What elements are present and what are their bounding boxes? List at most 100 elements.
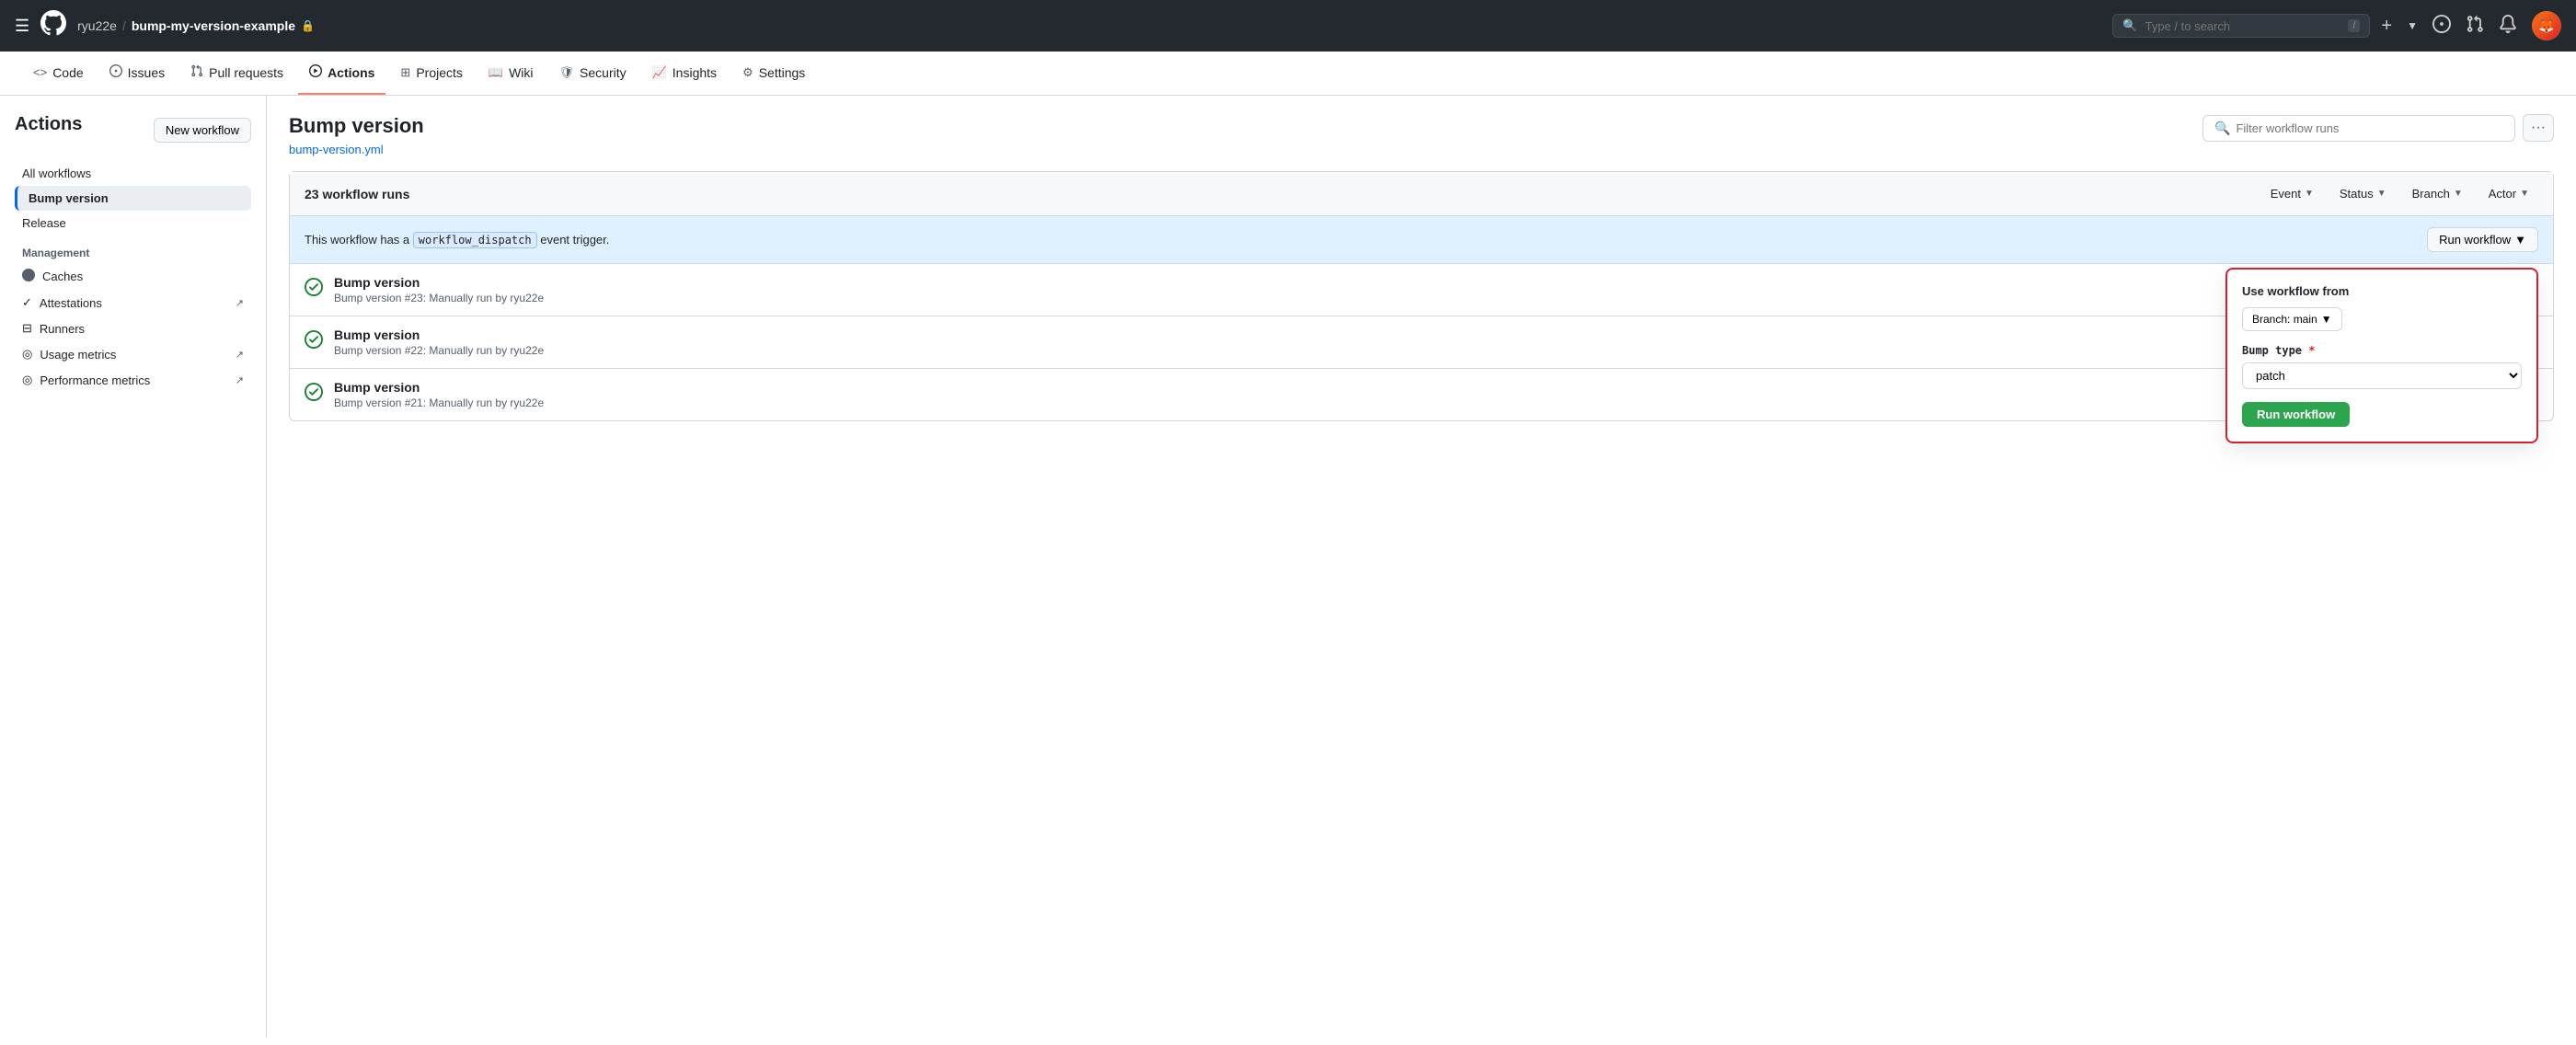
- nav-item-settings[interactable]: ⚙ Settings: [731, 52, 816, 95]
- more-options-button[interactable]: ···: [2523, 114, 2554, 142]
- run-subtitle-22: Bump version #22: Manually run by ryu22e: [334, 344, 2487, 357]
- sidebar-item-caches[interactable]: Caches: [15, 263, 251, 290]
- projects-icon: ⊞: [400, 65, 410, 80]
- topnav-icons: + ▼ 🦊: [2381, 11, 2561, 40]
- keyboard-shortcut-badge: /: [2348, 19, 2360, 32]
- sidebar-item-runners[interactable]: ⊟ Runners: [15, 316, 251, 341]
- dispatch-banner: This workflow has a workflow_dispatch ev…: [290, 216, 2553, 264]
- sidebar-item-performance-metrics[interactable]: ◎ Performance metrics ↗: [15, 367, 251, 393]
- bump-type-label: Bump type *: [2242, 344, 2522, 357]
- title-area: Bump version bump-version.yml: [289, 114, 424, 156]
- sidebar-header: Actions New workflow: [15, 114, 251, 146]
- sidebar-item-all-workflows[interactable]: All workflows: [15, 161, 251, 186]
- nav-item-issues[interactable]: Issues: [98, 52, 176, 95]
- run-title-22[interactable]: Bump version: [334, 327, 2487, 342]
- sidebar-title: Actions: [15, 114, 82, 135]
- repo-breadcrumb: ryu22e / bump-my-version-example 🔒: [77, 18, 315, 33]
- notifications-icon[interactable]: [2499, 15, 2517, 38]
- run-status-icon-23: [305, 278, 323, 302]
- actor-filter-label: Actor: [2489, 187, 2516, 201]
- required-indicator: *: [2308, 344, 2315, 357]
- run-info-23: Bump version Bump version #23: Manually …: [334, 275, 2487, 304]
- user-avatar[interactable]: 🦊: [2532, 11, 2561, 40]
- run-workflow-label: Run workflow: [2439, 233, 2511, 247]
- sidebar-item-attestations[interactable]: ✓ Attestations ↗: [15, 290, 251, 316]
- attestations-label: Attestations: [40, 296, 102, 310]
- run-title-23[interactable]: Bump version: [334, 275, 2487, 290]
- run-status-icon-22: [305, 330, 323, 354]
- nav-label-wiki: Wiki: [509, 65, 533, 80]
- nav-item-actions[interactable]: Actions: [298, 52, 385, 95]
- actions-icon: [309, 64, 322, 80]
- sidebar-item-usage-metrics[interactable]: ◎ Usage metrics ↗: [15, 341, 251, 367]
- nav-item-code[interactable]: <> Code: [22, 52, 95, 95]
- menu-toggle-icon[interactable]: ☰: [15, 17, 29, 36]
- run-row-22[interactable]: Bump version Bump version #22: Manually …: [290, 316, 2553, 369]
- filter-input-field[interactable]: [2236, 121, 2503, 135]
- branch-select-button[interactable]: Branch: main ▼: [2242, 307, 2342, 331]
- actor-filter-button[interactable]: Actor ▼: [2479, 183, 2538, 204]
- content-header: Bump version bump-version.yml 🔍 ···: [289, 114, 2554, 156]
- nav-label-pull-requests: Pull requests: [209, 65, 283, 80]
- workflow-file-link[interactable]: bump-version.yml: [289, 143, 384, 156]
- top-navigation: ☰ ryu22e / bump-my-version-example 🔒 🔍 /…: [0, 0, 2576, 52]
- global-search-box[interactable]: 🔍 /: [2112, 14, 2370, 38]
- usage-metrics-icon: ◎: [22, 347, 32, 362]
- filter-workflow-runs-input[interactable]: 🔍: [2202, 115, 2515, 142]
- nav-item-pull-requests[interactable]: Pull requests: [179, 52, 294, 95]
- status-filter-caret-icon: ▼: [2377, 189, 2386, 199]
- github-logo-icon[interactable]: [40, 10, 66, 41]
- workflow-title: Bump version: [289, 114, 424, 138]
- run-row-21[interactable]: Bump version Bump version #21: Manually …: [290, 369, 2553, 420]
- branch-filter-button[interactable]: Branch ▼: [2403, 183, 2472, 204]
- branch-label: Branch: main: [2252, 313, 2317, 326]
- status-filter-label: Status: [2340, 187, 2374, 201]
- nav-item-projects[interactable]: ⊞ Projects: [389, 52, 473, 95]
- repo-name[interactable]: bump-my-version-example: [132, 18, 295, 33]
- run-workflow-button[interactable]: Run workflow ▼: [2427, 227, 2538, 252]
- run-subtitle-23: Bump version #23: Manually run by ryu22e: [334, 292, 2487, 304]
- attestations-icon: ✓: [22, 295, 32, 310]
- plus-icon[interactable]: +: [2381, 16, 2392, 37]
- filter-buttons: Event ▼ Status ▼ Branch ▼ Actor ▼: [2261, 183, 2538, 204]
- nav-item-wiki[interactable]: 📖 Wiki: [477, 52, 545, 95]
- sidebar-item-release[interactable]: Release: [15, 211, 251, 235]
- branch-caret-icon: ▼: [2321, 313, 2332, 326]
- pull-request-icon[interactable]: [2466, 15, 2484, 38]
- insights-icon: 📈: [652, 65, 667, 80]
- run-info-21: Bump version Bump version #21: Manually …: [334, 380, 2400, 409]
- nav-item-insights[interactable]: 📈 Insights: [641, 52, 728, 95]
- popup-run-workflow-button[interactable]: Run workflow: [2242, 402, 2350, 427]
- sidebar-item-bump-version[interactable]: Bump version: [15, 186, 251, 211]
- event-filter-button[interactable]: Event ▼: [2261, 183, 2323, 204]
- run-subtitle-21: Bump version #21: Manually run by ryu22e: [334, 396, 2400, 409]
- runs-container: 23 workflow runs Event ▼ Status ▼ Branch…: [289, 171, 2554, 421]
- bump-type-select[interactable]: patch minor major: [2242, 362, 2522, 389]
- nav-label-security: Security: [580, 65, 627, 80]
- nav-item-security[interactable]: 🛡 Security: [548, 52, 638, 95]
- repo-navigation: <> Code Issues Pull requests Actions ⊞ P…: [0, 52, 2576, 96]
- caches-label: Caches: [42, 270, 83, 283]
- issues-circle-icon[interactable]: [2432, 15, 2451, 38]
- new-workflow-button[interactable]: New workflow: [154, 118, 251, 143]
- settings-icon: ⚙: [742, 65, 753, 80]
- nav-label-settings: Settings: [759, 65, 806, 80]
- run-title-21[interactable]: Bump version: [334, 380, 2400, 395]
- search-input[interactable]: [2145, 19, 2341, 33]
- actions-sidebar: Actions New workflow All workflows Bump …: [0, 96, 267, 1038]
- security-icon: 🛡: [559, 65, 575, 80]
- runners-icon: ⊟: [22, 321, 32, 336]
- status-filter-button[interactable]: Status ▼: [2330, 183, 2396, 204]
- path-separator: /: [122, 18, 126, 33]
- username[interactable]: ryu22e: [77, 18, 117, 33]
- run-row-23[interactable]: Bump version Bump version #23: Manually …: [290, 264, 2553, 316]
- performance-metrics-arrow-icon: ↗: [236, 374, 244, 386]
- runs-header: 23 workflow runs Event ▼ Status ▼ Branch…: [290, 172, 2553, 216]
- lock-icon: 🔒: [301, 19, 315, 32]
- run-info-22: Bump version Bump version #22: Manually …: [334, 327, 2487, 357]
- popup-title: Use workflow from: [2242, 284, 2522, 298]
- search-icon: 🔍: [2122, 18, 2137, 33]
- run-workflow-popup: Use workflow from Branch: main ▼ Bump ty…: [2225, 268, 2538, 443]
- runners-label: Runners: [40, 322, 85, 336]
- dropdown-caret-icon[interactable]: ▼: [2407, 19, 2418, 32]
